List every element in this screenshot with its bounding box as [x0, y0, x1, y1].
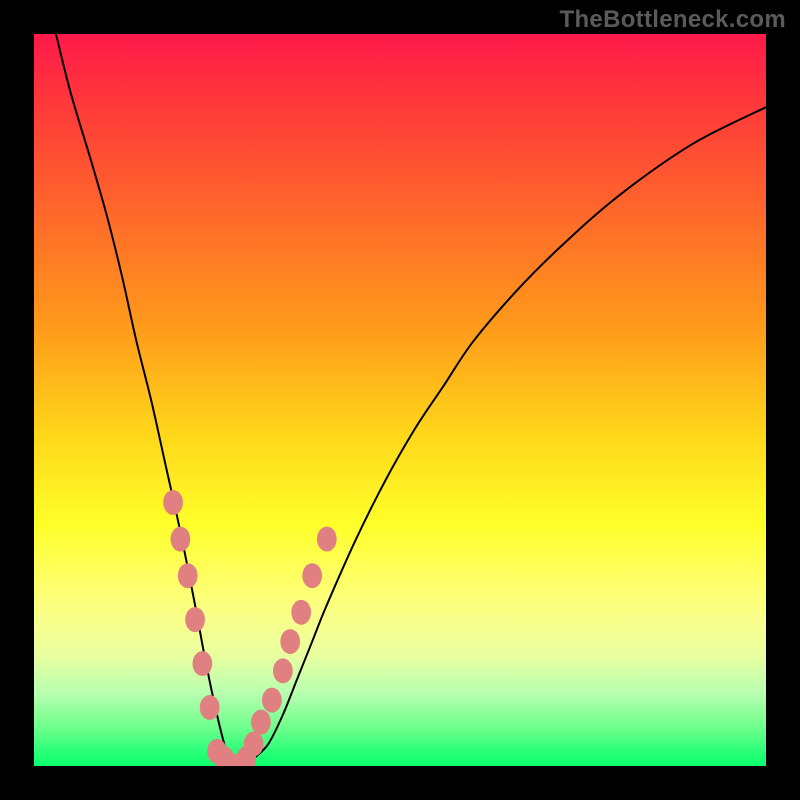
chart-outer-frame: TheBottleneck.com — [0, 0, 800, 800]
marker-left — [163, 490, 183, 515]
marker-left — [171, 527, 191, 552]
marker-left — [192, 651, 212, 676]
marker-left — [185, 607, 205, 632]
marker-right — [244, 732, 264, 757]
marker-left — [178, 563, 198, 588]
watermark-label: TheBottleneck.com — [560, 6, 786, 34]
marker-right — [251, 710, 271, 735]
chart-overlay-svg — [34, 34, 766, 766]
marker-left — [200, 695, 220, 720]
marker-right — [280, 629, 300, 654]
marker-right — [273, 658, 293, 683]
marker-right — [302, 563, 322, 588]
chart-markers — [163, 490, 336, 766]
bottleneck-curve — [56, 34, 766, 766]
chart-curve — [56, 34, 766, 766]
marker-right — [291, 600, 311, 625]
marker-right — [262, 688, 282, 713]
marker-right — [317, 527, 337, 552]
